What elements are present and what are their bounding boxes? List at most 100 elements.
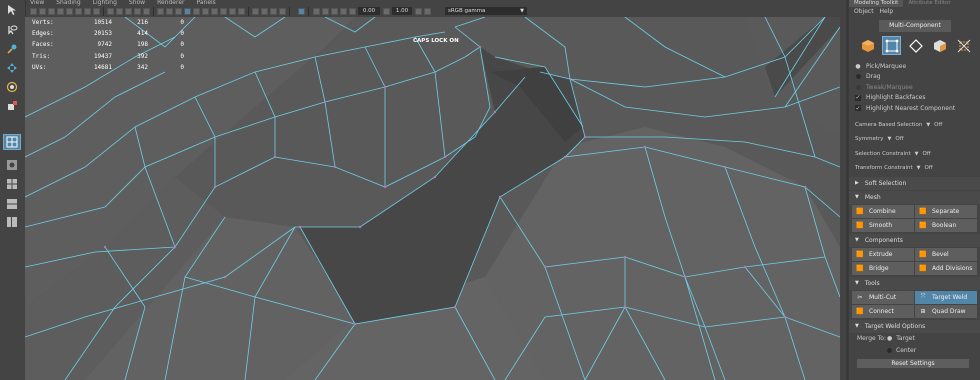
transform-constraint-row[interactable]: Transform Constraint ▼ Off xyxy=(849,161,980,176)
option-pick-marquee[interactable]: ● Pick/Marquee xyxy=(849,61,980,72)
object-mode-icon[interactable] xyxy=(858,36,877,55)
frame-icon[interactable] xyxy=(322,8,329,15)
scale-tool-icon[interactable] xyxy=(3,98,21,114)
colorspace-dropdown[interactable]: sRGB gamma ▼ xyxy=(445,7,527,15)
bookmark-icon[interactable] xyxy=(48,8,55,15)
xray-icon[interactable] xyxy=(261,8,268,15)
add-divisions-button[interactable]: 🟧 Add Divisions xyxy=(915,261,977,275)
option-highlight-backfaces[interactable]: ✓ Highlight Backfaces xyxy=(849,93,980,104)
setting-label: Transform Constraint xyxy=(855,165,913,172)
symmetry-row[interactable]: Symmetry ▼ Off xyxy=(849,132,980,147)
single-perspective-icon[interactable] xyxy=(3,157,21,173)
grease-pencil-icon[interactable] xyxy=(66,8,73,15)
rotate-tool-icon[interactable] xyxy=(3,79,21,95)
xray-active-icon[interactable] xyxy=(270,8,277,15)
bevel-button[interactable]: 🟧 Bevel xyxy=(915,247,977,261)
smooth-shade-icon[interactable] xyxy=(166,8,173,15)
lasso-tool-icon[interactable] xyxy=(3,22,21,38)
backface-culling-icon[interactable] xyxy=(298,8,305,15)
exposure-icon[interactable] xyxy=(349,8,356,15)
multi-cut-button[interactable]: ✂ Multi-Cut xyxy=(852,290,914,304)
panel-tabs: Modeling Toolkit Attribute Editor xyxy=(849,0,980,7)
grid-icon[interactable] xyxy=(107,8,114,15)
film-gate-icon[interactable] xyxy=(116,8,123,15)
uv-mode-icon[interactable] xyxy=(954,36,973,55)
boolean-button[interactable]: 🟧 Boolean xyxy=(915,218,977,232)
isolate-select-icon[interactable] xyxy=(252,8,259,15)
selection-constraint-row[interactable]: Selection Constraint ▼ Off xyxy=(849,147,980,162)
section-title: Tools xyxy=(864,279,880,287)
xray-joints-icon[interactable] xyxy=(279,8,286,15)
smooth-button[interactable]: 🟧 Smooth xyxy=(852,218,914,232)
exposure-field[interactable]: 0.00 xyxy=(358,7,380,15)
option-drag[interactable]: Drag xyxy=(849,72,980,83)
merge-to-center-row[interactable]: Center xyxy=(849,345,980,357)
option-tweak-marquee[interactable]: Tweak/Marquee xyxy=(849,82,980,93)
default-material-icon[interactable] xyxy=(175,8,182,15)
bridge-button[interactable]: 🟧 Bridge xyxy=(852,261,914,275)
gamma-field[interactable]: 1.00 xyxy=(392,7,412,15)
textured-icon[interactable] xyxy=(193,8,200,15)
gate-mask-icon[interactable] xyxy=(134,8,141,15)
snapshot-icon[interactable] xyxy=(84,8,91,15)
perspective-viewport[interactable]: Verts: 10514 216 0 Edges: 20153 414 0 Faces: 97… xyxy=(25,17,840,380)
camera-icon[interactable] xyxy=(340,8,347,15)
four-view-icon[interactable] xyxy=(3,176,21,192)
motion-blur-icon[interactable] xyxy=(229,8,236,15)
option-highlight-nearest[interactable]: ✓ Highlight Nearest Component xyxy=(849,103,980,114)
menu-object[interactable]: Object xyxy=(854,7,874,17)
soft-selection-header[interactable]: ▶ Soft Selection xyxy=(849,176,980,190)
image-plane-icon[interactable] xyxy=(57,8,64,15)
components-section-header[interactable]: ▼ Components xyxy=(849,233,980,247)
mesh-section-header[interactable]: ▼ Mesh xyxy=(849,190,980,204)
tab-modeling-toolkit[interactable]: Modeling Toolkit xyxy=(849,0,904,7)
select-tool-icon[interactable] xyxy=(3,2,21,18)
camera-attributes-icon[interactable] xyxy=(39,8,46,15)
view-transform-icon[interactable] xyxy=(424,8,431,15)
setting-label: Camera Based Selection xyxy=(855,121,923,128)
shadows-icon[interactable] xyxy=(211,8,218,15)
use-all-lights-icon[interactable] xyxy=(202,8,209,15)
hud-value: 0 xyxy=(180,52,184,60)
move-tool-icon[interactable] xyxy=(3,60,21,76)
section-title: Mesh xyxy=(864,193,881,201)
two-view-icon[interactable] xyxy=(3,196,21,212)
paint-select-icon[interactable] xyxy=(3,41,21,57)
wireframe-icon[interactable] xyxy=(157,8,164,15)
target-weld-button[interactable]: ⤧ Target Weld xyxy=(915,290,977,304)
playblast-icon[interactable] xyxy=(93,8,100,15)
menu-help[interactable]: Help xyxy=(880,7,894,17)
tools-buttons: ✂ Multi-Cut ⤧ Target Weld 🟧 Connect ⊞ Quad D… xyxy=(849,290,980,319)
tab-attribute-editor[interactable]: Attribute Editor xyxy=(903,0,955,7)
left-toolbar xyxy=(0,0,26,380)
quad-draw-button[interactable]: ⊞ Quad Draw xyxy=(915,304,977,318)
wireframe-on-shaded-icon[interactable] xyxy=(184,8,191,15)
multi-component-icon[interactable] xyxy=(882,36,901,55)
reset-settings-button[interactable]: Reset Settings xyxy=(857,358,969,368)
resolution-gate-icon[interactable] xyxy=(125,8,132,15)
target-weld-options-header[interactable]: ▼ Target Weld Options xyxy=(849,319,980,333)
camera-lock-icon[interactable] xyxy=(75,8,82,15)
ambient-occlusion-icon[interactable] xyxy=(220,8,227,15)
gamma-icon[interactable] xyxy=(383,8,390,15)
option-label: Tweak/Marquee xyxy=(866,83,913,91)
separate-button[interactable]: 🟧 Separate xyxy=(915,204,977,218)
merge-to-target-row[interactable]: Merge To: ● Target xyxy=(849,333,980,345)
field-chart-icon[interactable] xyxy=(143,8,150,15)
anti-aliasing-icon[interactable] xyxy=(238,8,245,15)
hud-icon[interactable] xyxy=(313,8,320,15)
merge-option-label: Center xyxy=(896,347,917,354)
camera-based-selection-row[interactable]: Camera Based Selection ▼ Off xyxy=(849,118,980,133)
select-camera-icon[interactable] xyxy=(30,8,37,15)
outliner-layout-icon[interactable] xyxy=(3,214,21,230)
connect-button[interactable]: 🟧 Connect xyxy=(852,304,914,318)
face-mode-icon[interactable] xyxy=(930,36,949,55)
multi-component-layout-icon[interactable] xyxy=(3,134,21,150)
color-management-icon[interactable] xyxy=(415,8,422,15)
extrude-button[interactable]: 🟧 Extrude xyxy=(852,247,914,261)
combine-button[interactable]: 🟧 Combine xyxy=(852,204,914,218)
viewport-settings-icon[interactable] xyxy=(331,8,338,15)
tools-section-header[interactable]: ▼ Tools xyxy=(849,276,980,290)
edge-mode-icon[interactable] xyxy=(906,36,925,55)
hud-value: 216 xyxy=(137,19,148,26)
